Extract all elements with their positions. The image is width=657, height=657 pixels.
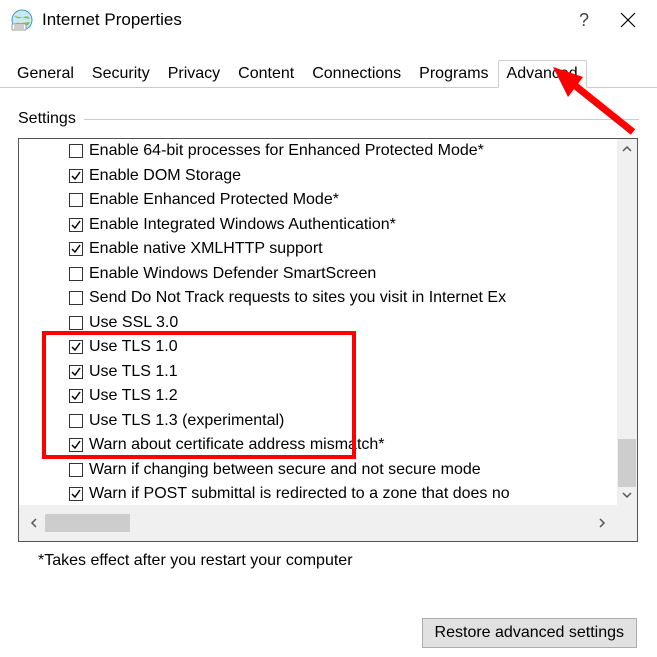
checkbox[interactable] <box>69 389 83 403</box>
tab-privacy[interactable]: Privacy <box>159 60 229 88</box>
scroll-thumb[interactable] <box>618 439 636 487</box>
option-label: Enable native XMLHTTP support <box>89 240 323 258</box>
horizontal-scrollbar[interactable] <box>19 505 617 541</box>
checkbox[interactable] <box>69 414 83 428</box>
settings-list-viewport[interactable]: Enable 64-bit processes for Enhanced Pro… <box>19 139 617 507</box>
tab-strip: General Security Privacy Content Connect… <box>0 60 657 88</box>
tab-advanced[interactable]: Advanced <box>498 60 587 88</box>
option-label: Warn if changing between secure and not … <box>89 461 481 479</box>
option-row[interactable]: Enable Integrated Windows Authentication… <box>19 213 617 238</box>
option-label: Enable Integrated Windows Authentication… <box>89 216 396 234</box>
restore-advanced-settings-button[interactable]: Restore advanced settings <box>422 618 637 648</box>
checkbox[interactable] <box>69 365 83 379</box>
option-label: Use TLS 1.3 (experimental) <box>89 412 284 430</box>
option-row[interactable]: Warn about certificate address mismatch* <box>19 433 617 458</box>
option-row[interactable]: Warn if POST submittal is redirected to … <box>19 482 617 507</box>
option-row[interactable]: Use TLS 1.0 <box>19 335 617 360</box>
vertical-scrollbar[interactable] <box>617 139 637 505</box>
checkbox[interactable] <box>69 218 83 232</box>
checkbox[interactable] <box>69 144 83 158</box>
option-row[interactable]: Warn if changing between secure and not … <box>19 458 617 483</box>
scroll-right-button[interactable] <box>595 505 609 541</box>
internet-options-icon <box>10 8 34 32</box>
hscroll-track[interactable] <box>45 505 591 541</box>
checkbox[interactable] <box>69 291 83 305</box>
option-label: Warn about certificate address mismatch* <box>89 436 385 454</box>
tab-security[interactable]: Security <box>83 60 159 88</box>
checkbox[interactable] <box>69 316 83 330</box>
option-label: Enable DOM Storage <box>89 167 241 185</box>
window-title: Internet Properties <box>42 10 579 30</box>
option-row[interactable]: Send Do Not Track requests to sites you … <box>19 286 617 311</box>
scroll-up-button[interactable] <box>617 139 637 159</box>
checkbox[interactable] <box>69 169 83 183</box>
rule-line <box>84 119 639 120</box>
window-titlebar: Internet Properties ? <box>0 0 657 40</box>
checkbox[interactable] <box>69 438 83 452</box>
tab-connections[interactable]: Connections <box>303 60 410 88</box>
option-row[interactable]: Use SSL 3.0 <box>19 311 617 336</box>
option-row[interactable]: Enable Windows Defender SmartScreen <box>19 262 617 287</box>
option-label: Enable Windows Defender SmartScreen <box>89 265 376 283</box>
option-label: Use TLS 1.0 <box>89 338 178 356</box>
option-row[interactable]: Use TLS 1.3 (experimental) <box>19 409 617 434</box>
option-row[interactable]: Use TLS 1.1 <box>19 360 617 385</box>
option-row[interactable]: Use TLS 1.2 <box>19 384 617 409</box>
option-label: Use TLS 1.1 <box>89 363 178 381</box>
hscroll-thumb[interactable] <box>45 514 130 532</box>
checkbox[interactable] <box>69 193 83 207</box>
checkbox[interactable] <box>69 463 83 477</box>
option-label: Use TLS 1.2 <box>89 387 178 405</box>
tab-programs[interactable]: Programs <box>410 60 497 88</box>
footnote-text: *Takes effect after you restart your com… <box>38 552 639 570</box>
option-label: Enable Enhanced Protected Mode* <box>89 191 339 209</box>
option-row[interactable]: Enable 64-bit processes for Enhanced Pro… <box>19 139 617 164</box>
option-label: Enable 64-bit processes for Enhanced Pro… <box>89 142 484 160</box>
settings-header: Settings <box>18 110 639 128</box>
option-row[interactable]: Enable native XMLHTTP support <box>19 237 617 262</box>
scroll-down-button[interactable] <box>617 485 637 505</box>
scroll-left-button[interactable] <box>27 505 41 541</box>
tab-content[interactable]: Content <box>229 60 303 88</box>
option-row[interactable]: Enable Enhanced Protected Mode* <box>19 188 617 213</box>
option-label: Warn if POST submittal is redirected to … <box>89 485 510 503</box>
settings-title: Settings <box>18 110 76 128</box>
scroll-corner <box>617 505 637 541</box>
close-button[interactable] <box>619 11 637 29</box>
option-label: Use SSL 3.0 <box>89 314 178 332</box>
checkbox[interactable] <box>69 267 83 281</box>
tab-general[interactable]: General <box>8 60 83 88</box>
checkbox[interactable] <box>69 487 83 501</box>
checkbox[interactable] <box>69 340 83 354</box>
option-row[interactable]: Enable DOM Storage <box>19 164 617 189</box>
checkbox[interactable] <box>69 242 83 256</box>
help-button[interactable]: ? <box>579 10 589 31</box>
option-label: Send Do Not Track requests to sites you … <box>89 289 506 307</box>
settings-listbox: Enable 64-bit processes for Enhanced Pro… <box>18 138 638 542</box>
